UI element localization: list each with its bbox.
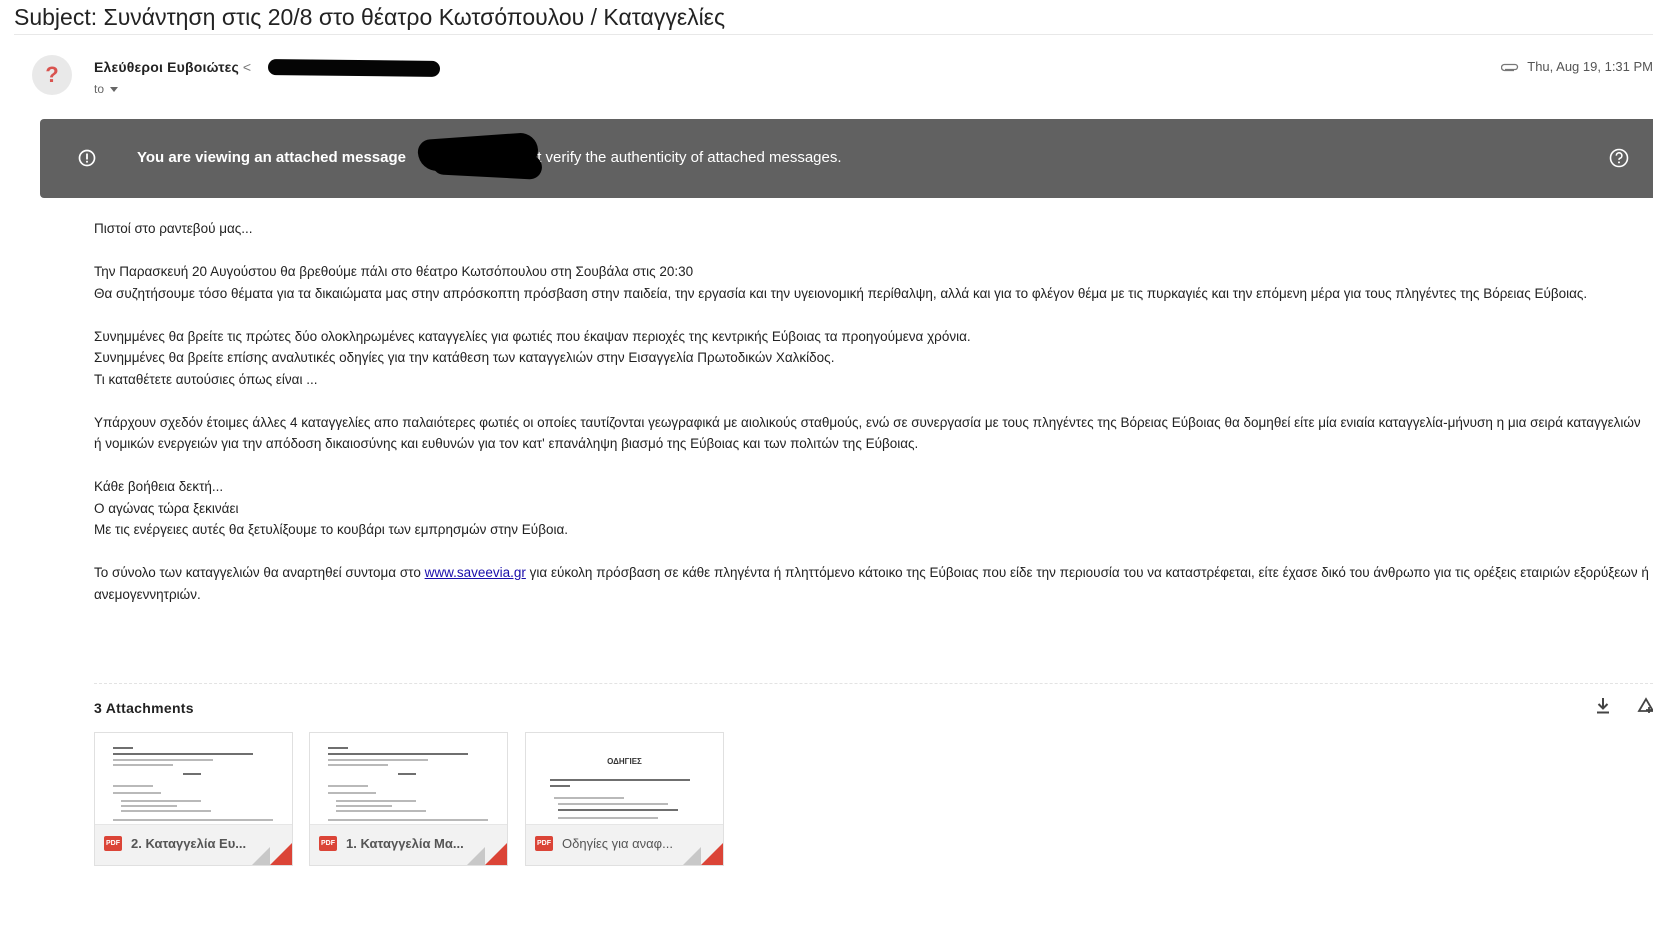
body-line: Με τις ενέργειες αυτές θα ξετυλίξουμε το… [94,522,569,537]
sender-avatar[interactable]: ? [32,55,72,95]
body-line: Θα συζητήσουμε τόσο θέματα για τα δικαιώ… [94,285,1588,301]
body-line: Συνημμένες θα βρείτε επίσης αναλυτικές ο… [94,350,835,365]
message-body: Πιστοί στο ραντεβού μας... Την Παρασκευή… [94,218,1649,627]
page-fold-icon [270,843,292,865]
sender-line: Ελεύθεροι Ευβοιώτες < [94,59,251,75]
attachments-divider [94,683,1653,684]
body-line: Τι καταθέτετε αυτούσιες όπως είναι ... [94,371,318,387]
attachment-name: 2. Καταγγελία Ευ... [131,836,247,851]
page-fold [467,847,485,865]
body-paragraph: Την Παρασκευή 20 Αυγούστου θα βρεθούμε π… [94,261,1649,304]
email-subject: Subject: Συνάντηση στις 20/8 στο θέατρο … [14,4,726,30]
pdf-icon: PDF [319,836,337,851]
message-date: Thu, Aug 19, 1:31 PM [1527,59,1653,74]
chevron-down-icon[interactable] [110,86,119,92]
attachment-card[interactable]: PDF 1. Καταγγελία Μα... [309,732,508,866]
to-label: to [94,82,105,96]
redaction-mark [267,59,441,77]
pdf-icon: PDF [104,836,122,851]
saveevia-link[interactable]: www.saveevia.gr [425,565,526,580]
attachments-heading: 3 Attachments [94,700,194,716]
pdf-icon: PDF [535,836,553,851]
sender-email: < [242,59,252,75]
attachment-preview [310,733,507,825]
attachment-name: 1. Καταγγελία Μα... [346,836,464,851]
help-icon[interactable] [1609,148,1629,168]
redaction-mark [431,150,543,180]
attachment-preview [95,733,292,825]
body-paragraph: Το σύνολο των καταγγελιών θα αναρτηθεί σ… [94,562,1649,605]
body-paragraph: Συνημμένες θα βρείτε τις πρώτες δύο ολοκ… [94,326,1649,391]
attachment-preview-title: ΟΔΗΓΙΕΣ [607,757,642,766]
info-icon [78,149,96,167]
page-fold-icon [485,843,507,865]
paperclip-icon [1501,63,1519,71]
attachment-card[interactable]: PDF 2. Καταγγελία Ευ... [94,732,293,866]
download-icon[interactable] [1595,697,1611,715]
body-text: Το σύνολο των καταγγελιών θα αναρτηθεί σ… [94,565,425,580]
attachment-preview: ΟΔΗΓΙΕΣ [526,733,723,825]
body-paragraph: Υπάρχουν σχεδόν έτοιμες άλλες 4 καταγγελ… [94,414,1641,452]
banner-text-rest: n't verify the authenticity of attached … [526,149,842,166]
message-meta: Thu, Aug 19, 1:31 PM [1501,59,1653,74]
attachment-card[interactable]: ΟΔΗΓΙΕΣ PDF Οδηγίες για αναφ... [525,732,724,866]
add-to-drive-icon[interactable] [1637,697,1653,715]
recipients-toggle[interactable]: to [94,82,119,96]
attachment-name: Οδηγίες για αναφ... [562,836,673,851]
sender-name[interactable]: Ελεύθεροι Ευβοιώτες [94,59,239,75]
body-paragraph: Κάθε βοήθεια δεκτή... Ο αγώνας τώρα ξεκι… [94,476,1649,541]
page-fold [252,847,270,865]
banner-text-bold: You are viewing an attached message [137,149,406,166]
body-line: Την Παρασκευή 20 Αυγούστου θα βρεθούμε π… [94,264,694,279]
page-fold [683,847,701,865]
body-line: Ο αγώνας τώρα ξεκινάει [94,500,239,516]
body-paragraph: Πιστοί στο ραντεβού μας... [94,221,253,236]
page-fold-icon [701,843,723,865]
attached-message-banner: You are viewing an attached message n't v… [40,119,1653,198]
body-line: Κάθε βοήθεια δεκτή... [94,479,224,494]
divider [14,34,1653,35]
body-line: Συνημμένες θα βρείτε τις πρώτες δύο ολοκ… [94,328,971,344]
